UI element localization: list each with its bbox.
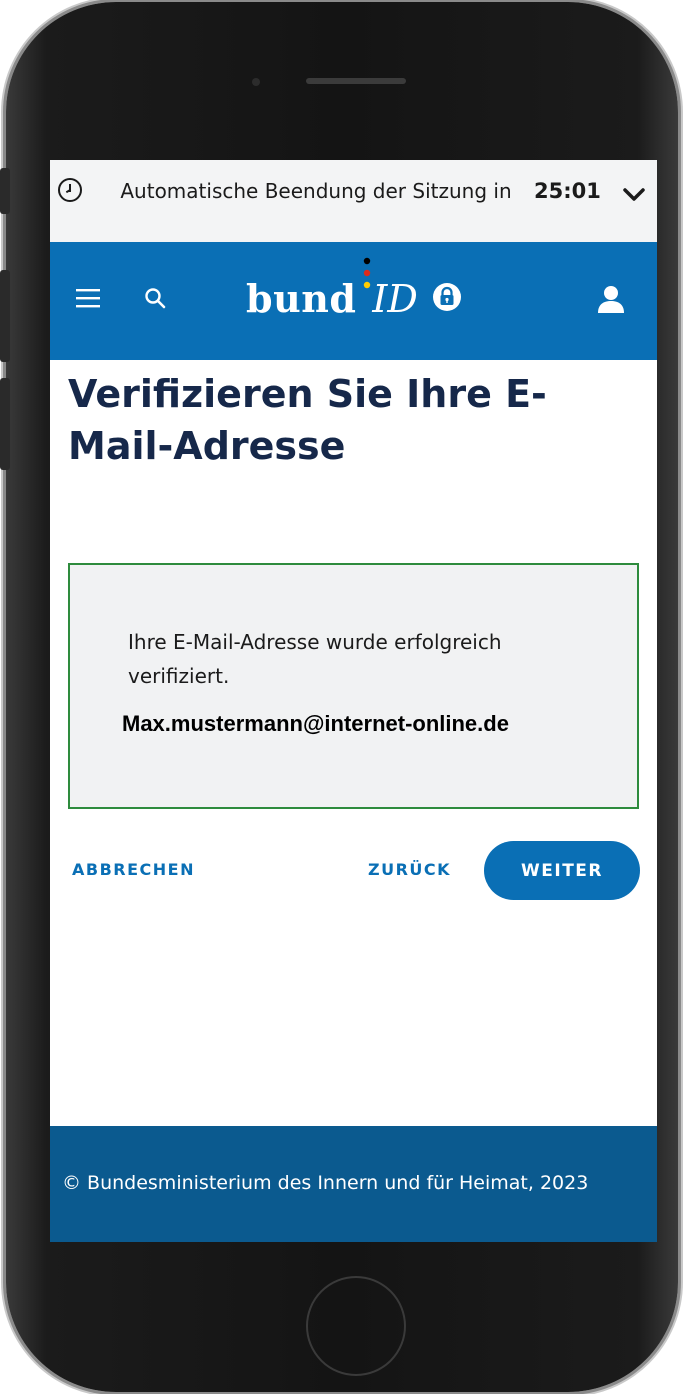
screen: Automatische Beendung der Sitzung in 25:… — [50, 160, 657, 1242]
volume-up-button — [0, 270, 10, 362]
back-button[interactable]: ZURÜCK — [368, 860, 451, 879]
site-footer: © Bundesministerium des Innern und für H… — [50, 1126, 657, 1242]
page-title: Verifizieren Sie Ihre E-Mail-Adresse — [68, 372, 547, 468]
verified-email: Max.mustermann@internet-online.de — [122, 711, 509, 736]
session-timeout-text: Automatische Beendung der Sitzung in — [120, 179, 512, 203]
next-button[interactable]: WEITER — [484, 841, 640, 900]
session-timeout-time: 25:01 — [534, 179, 601, 203]
user-icon[interactable] — [596, 284, 626, 314]
lock-icon — [433, 283, 461, 311]
phone-frame: Automatische Beendung der Sitzung in 25:… — [0, 2, 678, 1392]
site-header: bund ID — [50, 242, 657, 360]
volume-down-button — [0, 378, 10, 470]
chevron-down-icon[interactable] — [622, 182, 646, 206]
logo-dots — [363, 257, 371, 289]
mute-switch — [0, 168, 10, 214]
camera-icon — [252, 78, 260, 86]
speaker-grille — [306, 78, 406, 84]
verification-message: Ihre E-Mail-Adresse wurde erfolgreich ve… — [128, 630, 502, 688]
bundid-logo[interactable]: bund ID — [246, 257, 418, 326]
menu-icon[interactable] — [76, 288, 100, 308]
session-timeout-bar: Automatische Beendung der Sitzung in 25:… — [50, 160, 657, 242]
search-icon[interactable] — [144, 287, 166, 309]
logo-id-text: ID — [372, 277, 418, 321]
footer-copyright: © Bundesministerium des Innern und für H… — [62, 1172, 589, 1194]
clock-icon — [58, 178, 82, 202]
verification-success-box: Ihre E-Mail-Adresse wurde erfolgreich ve… — [68, 563, 639, 809]
home-button[interactable] — [306, 1276, 406, 1376]
cancel-button[interactable]: ABBRECHEN — [72, 860, 195, 879]
logo-bund-text: bund — [246, 276, 357, 321]
